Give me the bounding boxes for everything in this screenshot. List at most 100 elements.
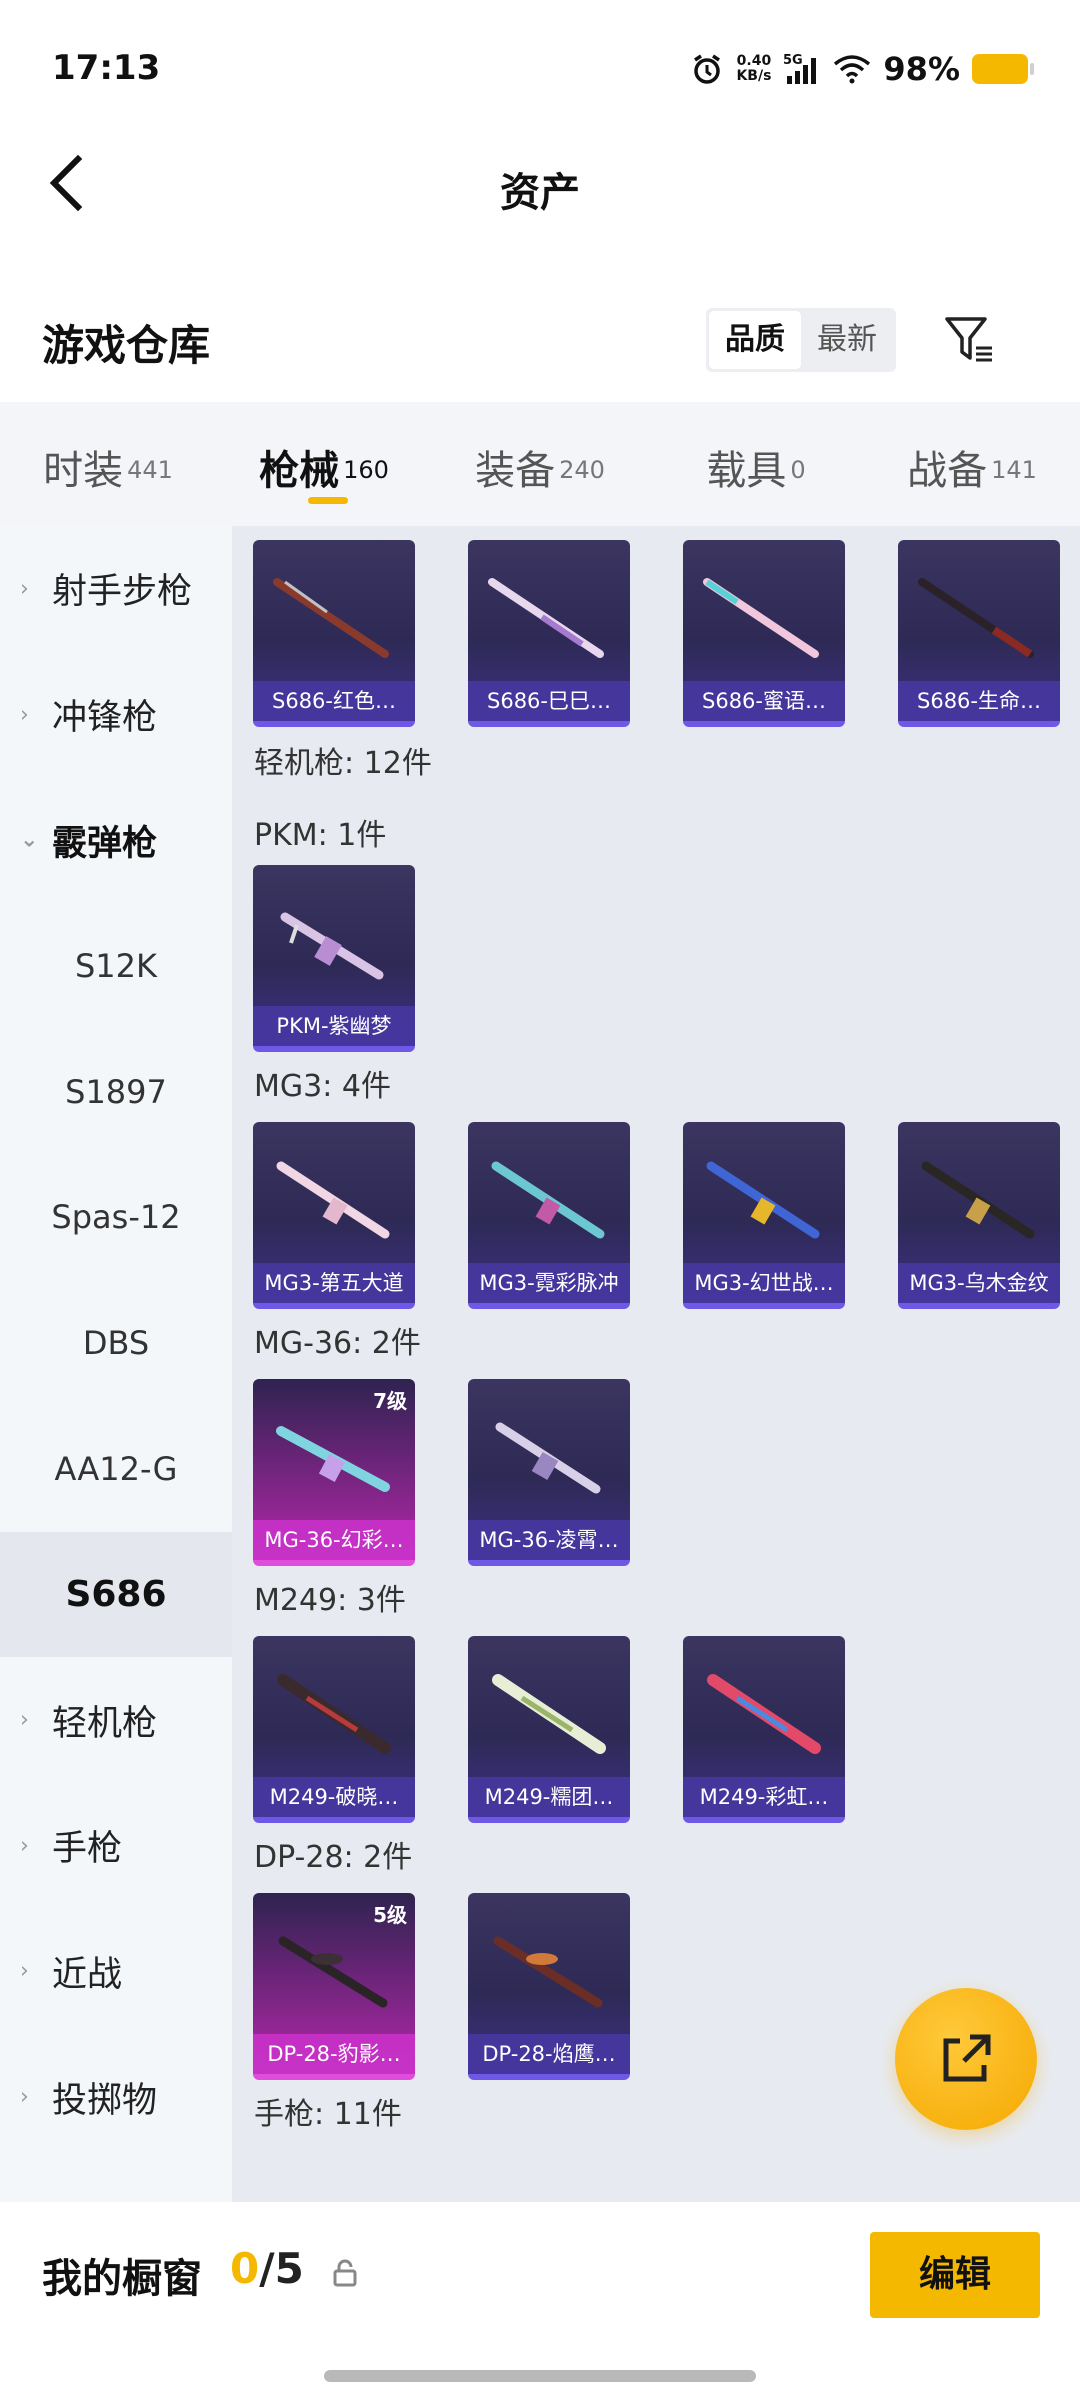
sidebar-item-melee[interactable]: › 近战 — [0, 1909, 232, 2035]
machine-gun-icon — [276, 1161, 390, 1239]
page-title: 资产 — [500, 170, 580, 216]
wifi-icon — [833, 54, 871, 84]
filter-button[interactable] — [940, 310, 1000, 370]
item-card[interactable]: MG3-乌木金纹 — [898, 1122, 1060, 1309]
item-card-name: DP-28-豹影… — [253, 2034, 415, 2074]
warehouse-title: 游戏仓库 — [42, 321, 211, 370]
subgroup-label: MG-36: 2件 — [254, 1326, 421, 1361]
chevron-right-icon: › — [20, 576, 29, 602]
alarm-icon — [690, 52, 724, 86]
item-card-name: MG3-幻世战… — [683, 1263, 845, 1303]
sidebar-item-pistol[interactable]: › 手枪 — [0, 1783, 232, 1909]
sidebar-item-label: 手枪 — [52, 1829, 123, 1870]
sidebar-subitem-aa12g[interactable]: AA12-G — [0, 1406, 232, 1532]
status-icons: 0.40 KB/s 5G 98% — [690, 50, 1034, 88]
item-card[interactable]: S686-生命… — [898, 540, 1060, 727]
item-card[interactable]: S686-蜜语… — [683, 540, 845, 727]
item-grid: S686-红色… S686-巳巳… S686-蜜语… S686-生命… 轻机枪:… — [232, 526, 1080, 2202]
tab-equipment[interactable]: 装备 240 — [432, 402, 648, 526]
sidebar: › 射手步枪 › 冲锋枪 ⌄ 霰弹枪 S12K S1897 Spas-12 DBS A… — [0, 526, 232, 2202]
item-card[interactable]: 5级 DP-28-豹影… — [253, 1893, 415, 2080]
signal-icon: 5G — [783, 52, 821, 86]
edit-button[interactable]: 编辑 — [870, 2232, 1040, 2318]
tab-label: 枪械 — [259, 448, 340, 494]
machine-gun-icon — [493, 1936, 603, 2008]
item-card-name: S686-蜜语… — [683, 681, 845, 721]
item-card-name: M249-彩虹… — [683, 1777, 845, 1817]
sidebar-subitem-s686[interactable]: S686 — [0, 1531, 232, 1658]
machine-gun-icon — [921, 1161, 1035, 1239]
tab-label: 载具 — [706, 448, 787, 494]
item-card[interactable]: DP-28-焰鹰… — [468, 1893, 630, 2080]
sidebar-item-label: 霰弹枪 — [52, 823, 158, 864]
item-card[interactable]: M249-破晓… — [253, 1636, 415, 1823]
svg-text:5G: 5G — [783, 53, 803, 68]
item-card-name: MG-36-凌霄… — [468, 1520, 630, 1560]
item-card[interactable]: MG3-霓彩脉冲 — [468, 1122, 630, 1309]
machine-gun-icon — [707, 1674, 821, 1754]
tab-vehicles[interactable]: 载具 0 — [648, 402, 864, 526]
sidebar-item-label: 射手步枪 — [52, 572, 193, 613]
sidebar-subitem-dbs[interactable]: DBS — [0, 1280, 232, 1406]
shotgun-icon — [273, 578, 389, 658]
home-indicator[interactable] — [324, 2370, 756, 2382]
shotgun-icon — [488, 578, 604, 658]
sidebar-item-smg[interactable]: › 冲锋枪 — [0, 652, 232, 778]
item-row: MG3-第五大道 MG3-霓彩脉冲 MG3-幻世战… MG3-乌木金纹 — [232, 1122, 1080, 1309]
showcase-total: /5 — [259, 2244, 304, 2293]
item-card-name: S686-巳巳… — [468, 681, 630, 721]
item-card[interactable]: 7级 MG-36-幻彩… — [253, 1379, 415, 1566]
tab-supplies[interactable]: 战备 141 — [864, 402, 1080, 526]
tab-fashion[interactable]: 时装 441 — [0, 402, 216, 526]
sidebar-item-label: 冲锋枪 — [52, 698, 158, 739]
sidebar-item-lmg[interactable]: › 轻机枪 — [0, 1657, 232, 1783]
machine-gun-icon — [276, 1426, 390, 1492]
sidebar-subitem-spas12[interactable]: Spas-12 — [0, 1154, 232, 1280]
subgroup-label: MG3: 4件 — [254, 1069, 391, 1104]
item-row: M249-破晓… M249-糯团… M249-彩虹… — [232, 1636, 1080, 1823]
item-row: PKM-紫幽梦 — [232, 865, 1080, 1052]
filter-icon — [945, 317, 992, 362]
item-card[interactable]: S686-红色… — [253, 540, 415, 727]
chevron-right-icon: › — [20, 1833, 29, 1859]
item-card-name: DP-28-焰鹰… — [468, 2034, 630, 2074]
item-card-name: MG-36-幻彩… — [253, 1520, 415, 1560]
sidebar-item-shotgun[interactable]: ⌄ 霰弹枪 — [0, 777, 232, 903]
item-card[interactable]: M249-彩虹… — [683, 1636, 845, 1823]
item-card[interactable]: S686-巳巳… — [468, 540, 630, 727]
item-card[interactable]: M249-糯团… — [468, 1636, 630, 1823]
machine-gun-icon — [706, 1161, 820, 1239]
tab-count: 160 — [343, 455, 389, 484]
item-card-name: M249-破晓… — [253, 1777, 415, 1817]
item-card[interactable]: MG3-幻世战… — [683, 1122, 845, 1309]
sidebar-subitem-s12k[interactable]: S12K — [0, 903, 232, 1029]
net-speed-unit: KB/s — [736, 68, 772, 84]
tab-count: 441 — [127, 455, 173, 484]
item-card[interactable]: PKM-紫幽梦 — [253, 865, 415, 1052]
subgroup-label: PKM: 1件 — [254, 818, 387, 853]
sort-newest[interactable]: 最新 — [801, 311, 893, 369]
tab-label: 时装 — [43, 448, 124, 494]
battery-percent: 98% — [883, 50, 960, 88]
machine-gun-icon — [280, 912, 384, 980]
item-card[interactable]: MG3-第五大道 — [253, 1122, 415, 1309]
sidebar-subitem-s1897[interactable]: S1897 — [0, 1029, 232, 1155]
item-card-name: MG3-第五大道 — [253, 1263, 415, 1303]
item-card[interactable]: MG-36-凌霄… — [468, 1379, 630, 1566]
machine-gun-icon — [277, 1674, 391, 1754]
item-card-name: S686-生命… — [898, 681, 1060, 721]
machine-gun-icon — [495, 1422, 601, 1494]
sort-quality[interactable]: 品质 — [709, 311, 801, 369]
share-button[interactable] — [895, 1988, 1037, 2130]
showcase-current: 0 — [230, 2244, 260, 2293]
machine-gun-icon — [278, 1936, 388, 2008]
tab-count: 141 — [991, 455, 1037, 484]
tab-label: 装备 — [475, 448, 556, 494]
status-time: 17:13 — [52, 48, 161, 88]
tab-firearms[interactable]: 枪械 160 — [216, 402, 432, 526]
sidebar-item-throwable[interactable]: › 投掷物 — [0, 2034, 232, 2160]
machine-gun-icon — [492, 1674, 606, 1754]
item-level-badge: 7级 — [373, 1389, 407, 1413]
sidebar-item-marksman-rifle[interactable]: › 射手步枪 — [0, 526, 232, 652]
sidebar-item-label: 近战 — [52, 1954, 123, 1995]
